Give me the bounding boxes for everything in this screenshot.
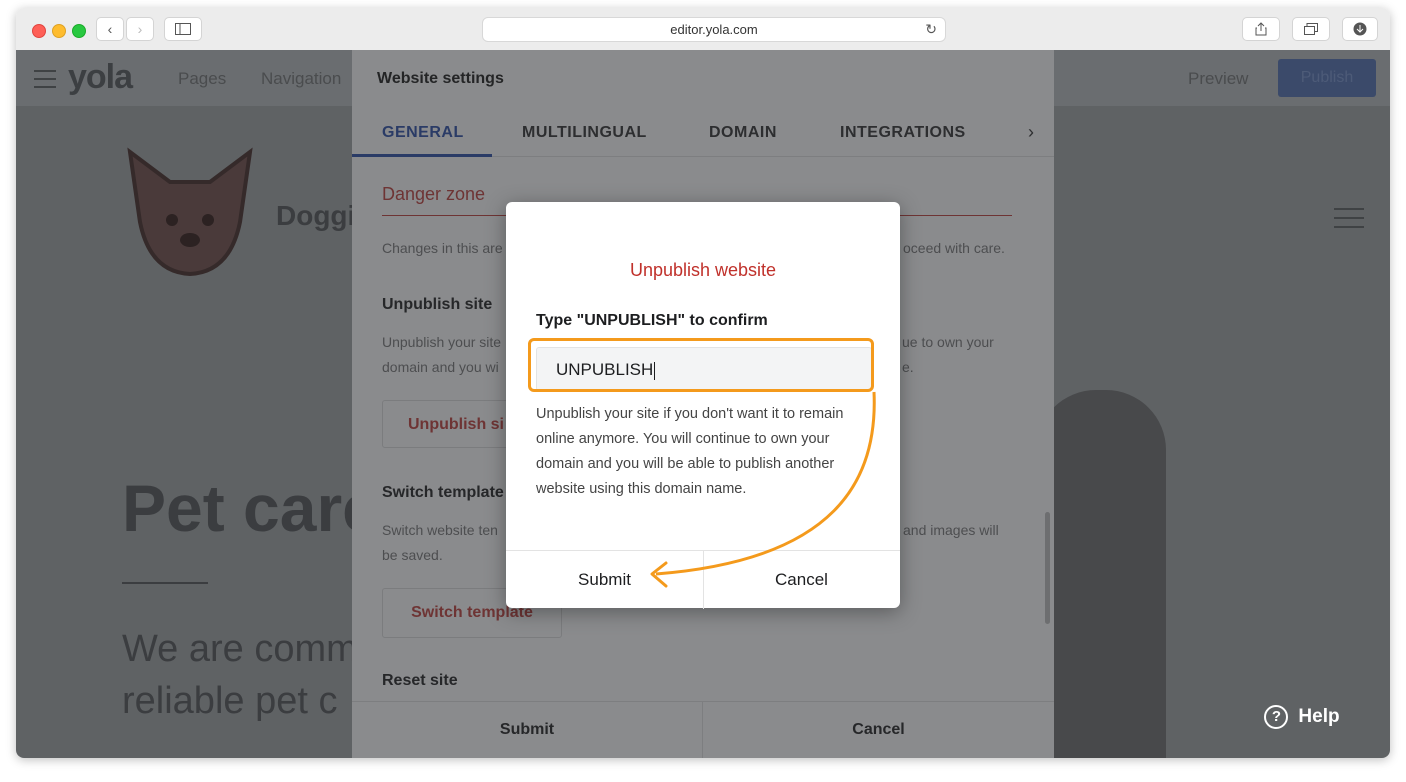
zoom-window-button[interactable] [72,24,86,38]
help-label: Help [1298,706,1340,727]
browser-window: ‹ › editor.yola.com ↻ yola Pages Navigat… [16,8,1390,758]
url-text: editor.yola.com [670,22,758,37]
help-button[interactable]: ? Help [1238,688,1366,746]
close-window-button[interactable] [32,24,46,38]
share-icon[interactable] [1242,17,1280,41]
page-content: yola Pages Navigation Preview Publish Do… [16,50,1390,758]
tabs-icon[interactable] [1292,17,1330,41]
back-icon[interactable]: ‹ [96,17,124,41]
minimize-window-button[interactable] [52,24,66,38]
arrow-icon [650,391,876,588]
download-icon[interactable] [1342,17,1378,41]
question-icon: ? [1264,705,1289,729]
sidebar-toggle-icon[interactable] [164,17,202,41]
address-bar[interactable]: editor.yola.com ↻ [482,17,946,42]
forward-icon[interactable]: › [126,17,154,41]
browser-toolbar: ‹ › editor.yola.com ↻ [16,8,1390,51]
reload-icon[interactable]: ↻ [925,18,937,41]
